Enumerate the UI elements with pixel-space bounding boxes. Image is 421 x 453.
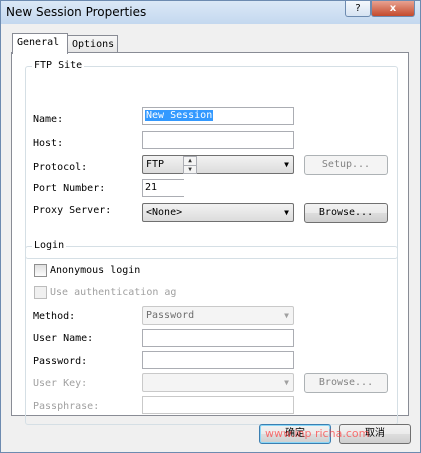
close-button[interactable]: x (371, 1, 415, 17)
chevron-down-icon: ▼ (284, 378, 289, 387)
spin-down-icon[interactable]: ▼ (184, 165, 196, 174)
method-label: Method: (33, 311, 76, 322)
proxy-label: Proxy Server: (33, 205, 112, 216)
title-bar[interactable]: New Session Properties ? x (1, 1, 420, 24)
name-value: New Session (145, 110, 214, 121)
port-spinner[interactable]: ▲ ▼ (183, 156, 197, 174)
dialog-client: General Options FTP Site Name: New Sessi… (6, 24, 415, 448)
general-panel: FTP Site Name: New Session Host: Protoco… (11, 52, 409, 425)
help-button[interactable]: ? (345, 1, 371, 17)
passphrase-label: Passphrase: (33, 401, 100, 412)
protocol-value: FTP (146, 159, 165, 170)
ok-button[interactable]: 确定 (259, 424, 331, 444)
password-label: Password: (33, 356, 88, 367)
username-label: User Name: (33, 333, 94, 344)
protocol-select[interactable]: FTP ▼ (142, 155, 294, 174)
anonymous-login-checkbox[interactable] (34, 264, 47, 277)
tab-general[interactable]: General (12, 33, 68, 54)
host-label: Host: (33, 138, 64, 149)
name-input[interactable]: New Session (142, 107, 294, 125)
window-title: New Session Properties (6, 5, 147, 19)
login-legend: Login (32, 240, 67, 251)
port-label: Port Number: (33, 183, 106, 194)
userkey-select[interactable]: ▼ (142, 373, 294, 392)
anonymous-login-label[interactable]: Anonymous login (50, 265, 140, 276)
setup-button[interactable]: Setup... (304, 155, 388, 175)
host-input[interactable] (142, 131, 294, 149)
chevron-down-icon: ▼ (284, 311, 289, 320)
spin-up-icon[interactable]: ▲ (184, 157, 196, 165)
username-input[interactable] (142, 329, 294, 347)
userkey-browse-button[interactable]: Browse... (304, 373, 388, 393)
auth-agent-label: Use authentication ag (50, 287, 177, 298)
protocol-label: Protocol: (33, 162, 88, 173)
auth-agent-checkbox[interactable] (34, 286, 47, 299)
password-input[interactable] (142, 351, 294, 369)
chevron-down-icon: ▼ (284, 208, 289, 217)
proxy-value: <None> (146, 207, 183, 218)
proxy-browse-button[interactable]: Browse... (304, 203, 388, 223)
cancel-button[interactable]: 取消 (339, 424, 411, 444)
ftp-site-legend: FTP Site (32, 60, 85, 71)
proxy-select[interactable]: <None> ▼ (142, 203, 294, 222)
dialog-window: New Session Properties ? x General Optio… (0, 0, 421, 453)
name-label: Name: (33, 114, 64, 125)
passphrase-input[interactable] (142, 396, 294, 414)
method-value: Password (146, 310, 195, 321)
userkey-label: User Key: (33, 378, 88, 389)
chevron-down-icon: ▼ (284, 160, 289, 169)
port-input[interactable]: 21 (142, 179, 184, 197)
tab-options[interactable]: Options (67, 35, 118, 52)
method-select[interactable]: Password ▼ (142, 306, 294, 325)
